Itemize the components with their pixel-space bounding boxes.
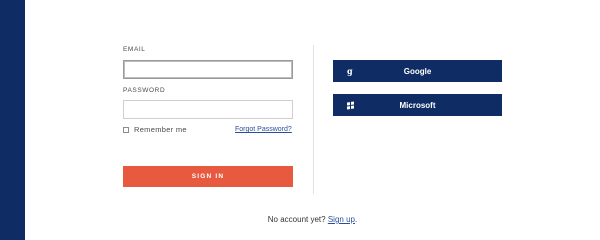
remember-me-label: Remember me (134, 125, 187, 134)
remember-me-option[interactable]: Remember me (123, 125, 187, 134)
sign-in-button[interactable]: SIGN IN (123, 166, 293, 187)
email-label: EMAIL (123, 46, 146, 53)
forgot-password-link[interactable]: Forgot Password? (235, 126, 292, 133)
signup-prompt: No account yet? Sign up. (0, 215, 600, 224)
brand-side-bar (0, 0, 25, 240)
sign-up-link[interactable]: Sign up (328, 215, 355, 224)
microsoft-button-label: Microsoft (399, 100, 436, 110)
microsoft-sign-in-button[interactable]: Microsoft (333, 94, 502, 116)
remember-me-checkbox[interactable] (123, 126, 129, 133)
section-divider (313, 45, 314, 194)
signup-suffix: . (354, 215, 358, 224)
no-account-text: No account yet? (267, 215, 326, 224)
password-label: PASSWORD (123, 87, 166, 94)
email-field[interactable] (123, 60, 293, 79)
google-sign-in-button[interactable]: g Google (333, 60, 502, 82)
google-button-label: Google (403, 66, 432, 76)
password-field[interactable] (123, 100, 293, 119)
